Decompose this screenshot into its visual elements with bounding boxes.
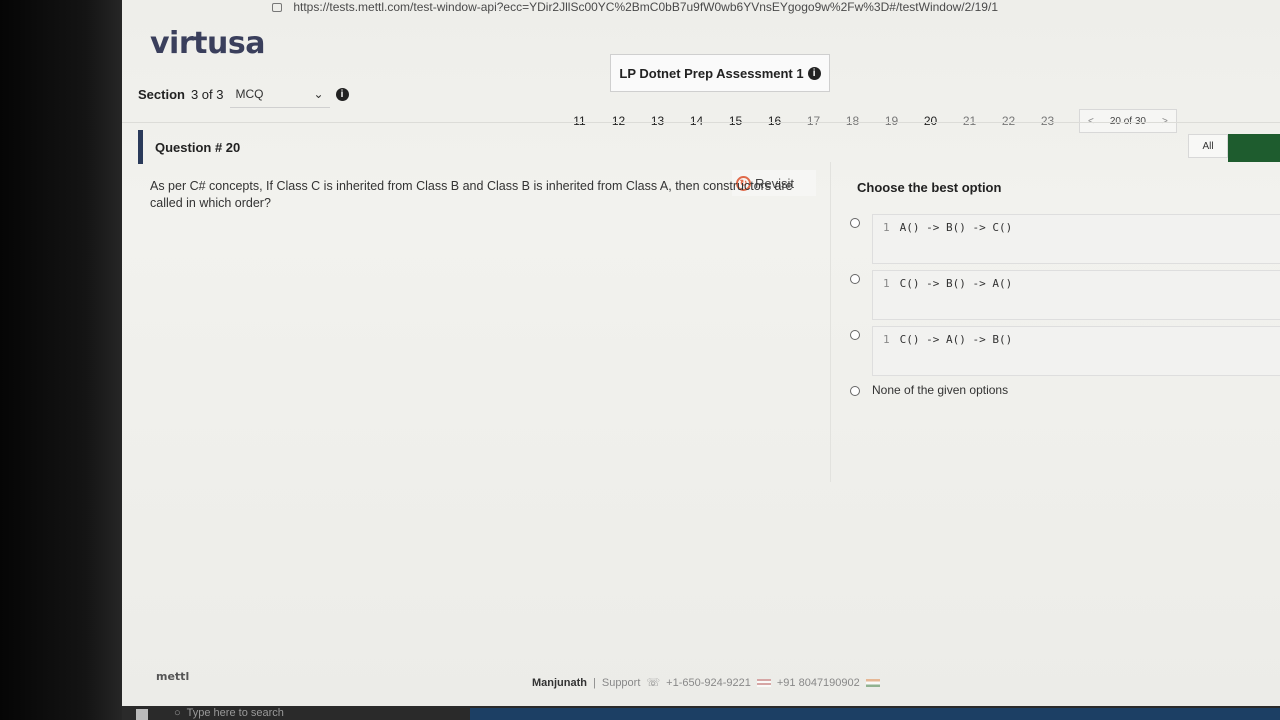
question-pager: < 20 of 30 >	[1079, 109, 1177, 133]
option-4[interactable]: None of the given options	[850, 382, 1008, 397]
taskbar-search[interactable]: ○ Type here to search	[174, 706, 284, 720]
option-3[interactable]: 1 C() -> A() -> B()	[850, 326, 1280, 376]
section-count: 3 of 3	[190, 86, 224, 102]
footer-phone-us: +1-650-924-9221	[666, 676, 751, 689]
section-dropdown-value: MCQ	[235, 86, 264, 101]
india-flag-icon	[865, 678, 880, 687]
question-label: Question # 20	[138, 130, 240, 164]
option-1-line-number: 1	[883, 221, 890, 234]
option-1-code: 1 A() -> B() -> C()	[872, 214, 1280, 264]
option-2-radio[interactable]	[850, 274, 860, 284]
section-selector: Section 3 of 3 MCQ ⌄ i	[138, 80, 349, 108]
info-icon[interactable]: i	[807, 66, 821, 80]
footer-separator: |	[593, 676, 596, 689]
question-number-12[interactable]: 12	[599, 114, 638, 128]
header-divider	[122, 122, 1280, 123]
address-bar[interactable]: https://tests.mettl.com/test-window-api?…	[272, 0, 1172, 14]
option-3-code-text: C() -> A() -> B()	[899, 333, 1013, 346]
question-number-20[interactable]: 20	[911, 114, 950, 128]
question-number-22[interactable]: 22	[989, 114, 1028, 128]
option-2-code: 1 C() -> B() -> A()	[872, 270, 1280, 320]
lock-icon	[272, 3, 282, 13]
question-number-16[interactable]: 16	[755, 114, 794, 128]
search-icon: ○	[174, 707, 181, 719]
option-1-code-text: A() -> B() -> C()	[899, 221, 1013, 234]
windows-start-icon[interactable]	[136, 709, 148, 720]
option-3-code: 1 C() -> A() -> B()	[872, 326, 1280, 376]
question-number-11[interactable]: 11	[560, 114, 599, 128]
next-page-button[interactable]: >	[1154, 116, 1176, 127]
option-4-radio[interactable]	[850, 386, 860, 396]
assessment-title: LP Dotnet Prep Assessment 1 i	[610, 54, 830, 92]
option-4-text: None of the given options	[872, 383, 1009, 397]
question-text: As per C# concepts, If Class C is inheri…	[150, 179, 793, 210]
footer-support-label: Support	[601, 676, 641, 689]
option-1-radio[interactable]	[850, 218, 860, 228]
option-1[interactable]: 1 A() -> B() -> C()	[850, 214, 1280, 264]
url-text: https://tests.mettl.com/test-window-api?…	[293, 0, 998, 14]
option-2-line-number: 1	[883, 277, 890, 290]
panel-divider	[830, 162, 831, 482]
assessment-title-text: LP Dotnet Prep Assessment 1	[619, 65, 804, 81]
footer-phone-in: +91 8047190902	[776, 676, 860, 689]
company-logo: virtusa	[150, 26, 265, 61]
options-title: Choose the best option	[857, 180, 1002, 195]
question-number-17[interactable]: 17	[794, 114, 833, 128]
question-number-14[interactable]: 14	[677, 114, 716, 128]
chevron-down-icon: ⌄	[313, 86, 324, 101]
section-dropdown[interactable]: MCQ ⌄	[229, 80, 330, 108]
question-navigator: 11 12 13 14 15 16 17 18 19 20 21 22 23 <…	[560, 104, 1177, 138]
pager-position: 20 of 30	[1109, 115, 1146, 127]
section-label: Section	[138, 86, 185, 102]
phone-icon: ☏	[646, 677, 661, 689]
question-number-13[interactable]: 13	[638, 114, 677, 128]
option-2[interactable]: 1 C() -> B() -> A()	[850, 270, 1280, 320]
question-number-21[interactable]: 21	[950, 114, 989, 128]
taskbar: ○ Type here to search	[122, 706, 1280, 720]
monitor-bezel	[0, 0, 122, 720]
option-3-radio[interactable]	[850, 330, 860, 340]
all-questions-button[interactable]: All	[1188, 134, 1228, 158]
option-3-line-number: 1	[883, 333, 890, 346]
taskbar-active-app[interactable]	[470, 708, 1280, 720]
question-number-23[interactable]: 23	[1028, 114, 1067, 128]
footer-info: Manjunath | Support ☏ +1-650-924-9221 +9…	[532, 676, 880, 689]
option-2-code-text: C() -> B() -> A()	[899, 277, 1013, 290]
footer-user: Manjunath	[532, 676, 587, 689]
question-number-15[interactable]: 15	[716, 114, 755, 128]
submit-bar[interactable]	[1228, 134, 1280, 162]
question-number-19[interactable]: 19	[872, 114, 911, 128]
prev-page-button[interactable]: <	[1080, 116, 1102, 127]
section-info-icon[interactable]: i	[335, 87, 349, 101]
mettl-logo: mettl	[156, 670, 190, 683]
us-flag-icon	[756, 678, 771, 687]
taskbar-search-placeholder: Type here to search	[186, 707, 284, 719]
question-number-18[interactable]: 18	[833, 114, 872, 128]
test-window: https://tests.mettl.com/test-window-api?…	[122, 0, 1280, 720]
